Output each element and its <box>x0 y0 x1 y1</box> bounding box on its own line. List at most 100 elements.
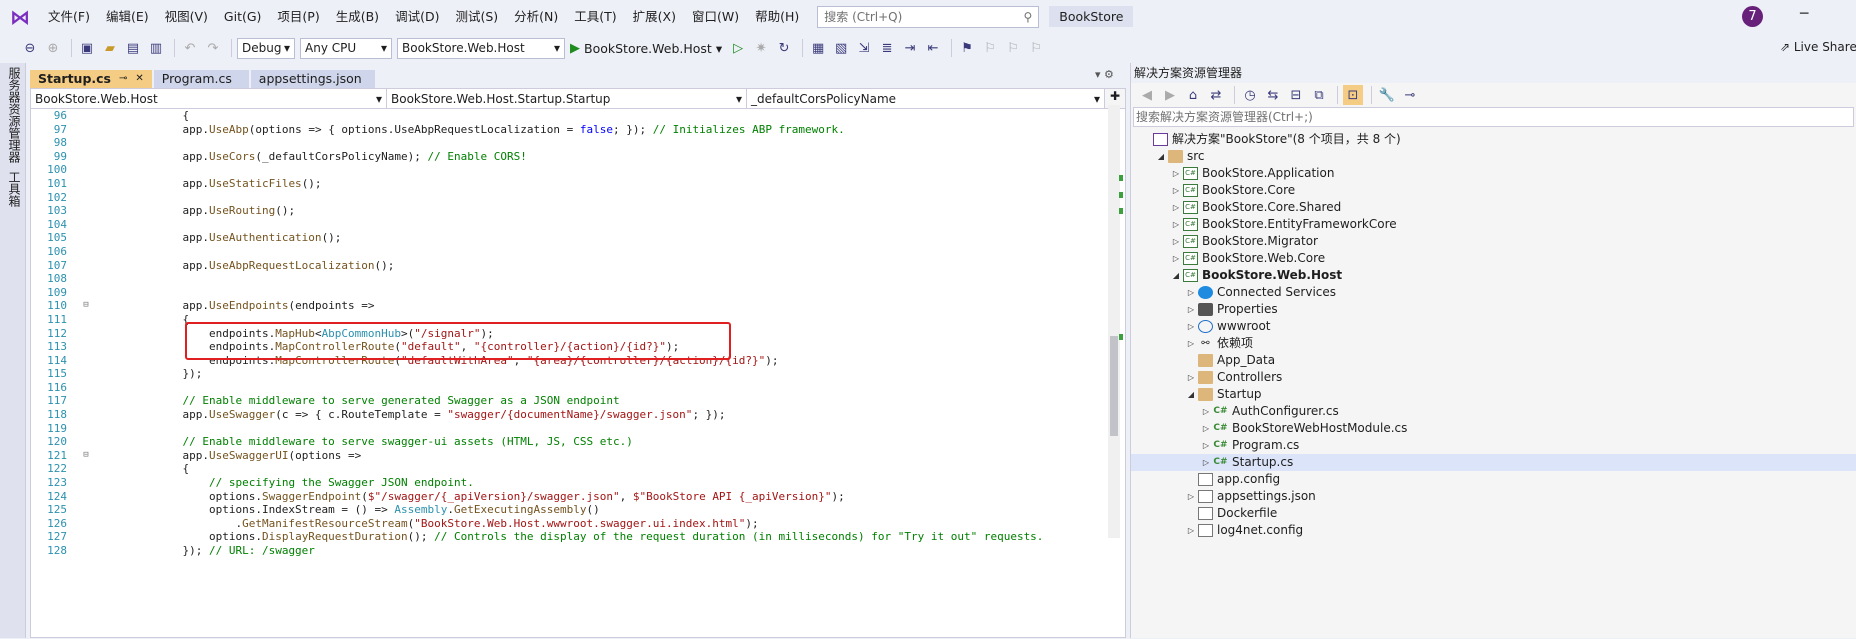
show-all-files-icon[interactable]: ⧉ <box>1309 85 1329 105</box>
code-line[interactable]: 125 options.IndexStream = () => Assembly… <box>31 503 1111 517</box>
menu-item-7[interactable]: 测试(S) <box>447 0 506 33</box>
member-nav-select[interactable]: _defaultCorsPolicyName ▾ <box>747 89 1105 108</box>
layout-icon[interactable]: ▧ <box>831 38 851 58</box>
collapsed-arrow-icon[interactable]: ▷ <box>1184 369 1198 386</box>
code-line[interactable]: 116 <box>31 381 1111 395</box>
code-area[interactable]: 96 {97 app.UseAbp(options => { options.U… <box>31 109 1111 639</box>
tab-appsettings-json[interactable]: appsettings.json <box>250 70 375 88</box>
menu-item-0[interactable]: 文件(F) <box>40 0 98 33</box>
menu-item-1[interactable]: 编辑(E) <box>98 0 157 33</box>
close-icon[interactable]: ✕ <box>135 70 143 88</box>
live-share-button[interactable]: ⇗ Live Share <box>1780 40 1856 54</box>
tree-node[interactable]: ▷ C# BookStoreWebHostModule.cs <box>1131 420 1856 437</box>
collapsed-arrow-icon[interactable]: ▷ <box>1184 522 1198 539</box>
expanded-arrow-icon[interactable]: ◢ <box>1184 386 1198 403</box>
code-line[interactable]: 100 <box>31 163 1111 177</box>
menu-item-5[interactable]: 生成(B) <box>328 0 387 33</box>
code-line[interactable]: 103 app.UseRouting(); <box>31 204 1111 218</box>
back-icon[interactable]: ⊖ <box>20 38 40 58</box>
tree-node[interactable]: ▷ log4net.config <box>1131 522 1856 539</box>
code-line[interactable]: 114 endpoints.MapControllerRoute("defaul… <box>31 354 1111 368</box>
editor-scrollbar-thumb[interactable] <box>1110 336 1118 436</box>
code-line[interactable]: 127 options.DisplayRequestDuration(); //… <box>31 530 1111 544</box>
menu-item-10[interactable]: 扩展(X) <box>625 0 684 33</box>
tree-node[interactable]: ▷ C# BookStore.Migrator <box>1131 233 1856 250</box>
indent-icon[interactable]: ⇥ <box>900 38 920 58</box>
settings-icon[interactable]: ⚙ <box>1104 68 1114 81</box>
collapsed-arrow-icon[interactable]: ▷ <box>1184 301 1198 318</box>
code-line[interactable]: 99 app.UseCors(_defaultCorsPolicyName); … <box>31 150 1111 164</box>
pin-icon[interactable]: ⊸ <box>1400 85 1420 105</box>
tree-node[interactable]: Dockerfile <box>1131 505 1856 522</box>
menu-item-8[interactable]: 分析(N) <box>506 0 566 33</box>
tab-startup-cs[interactable]: Startup.cs ⊸ ✕ <box>30 70 152 88</box>
save-all-icon[interactable]: ▥ <box>146 38 166 58</box>
outdent-icon[interactable]: ⇤ <box>923 38 943 58</box>
tree-node[interactable]: ▷ C# Program.cs <box>1131 437 1856 454</box>
tree-node[interactable]: ▷ C# BookStore.Core.Shared <box>1131 199 1856 216</box>
redo-icon[interactable]: ↷ <box>203 38 223 58</box>
collapsed-arrow-icon[interactable]: ▷ <box>1184 335 1198 352</box>
tree-node[interactable]: ▷ Properties <box>1131 301 1856 318</box>
pending-changes-icon[interactable]: ◷ <box>1240 85 1260 105</box>
code-line[interactable]: 98 <box>31 136 1111 150</box>
collapse-icon[interactable]: ⊟ <box>73 299 99 313</box>
code-line[interactable]: 96 { <box>31 109 1111 123</box>
code-line[interactable]: 118 app.UseSwagger(c => { c.RouteTemplat… <box>31 408 1111 422</box>
collapsed-arrow-icon[interactable]: ▷ <box>1184 284 1198 301</box>
tab-list-icon[interactable]: ▾ <box>1095 68 1101 81</box>
code-line[interactable]: 115 }); <box>31 367 1111 381</box>
pin-icon[interactable]: ⊸ <box>119 70 127 88</box>
solution-search-input[interactable]: 搜索解决方案资源管理器(Ctrl+;) <box>1133 107 1854 127</box>
step-icon[interactable]: ⇲ <box>854 38 874 58</box>
collapsed-arrow-icon[interactable]: ▷ <box>1184 318 1198 335</box>
run-button[interactable]: ▶ BookStore.Web.Host ▾ <box>570 41 722 56</box>
undo-icon[interactable]: ↶ <box>180 38 200 58</box>
tree-node[interactable]: ▷ wwwroot <box>1131 318 1856 335</box>
code-line[interactable]: 110 ⊟ app.UseEndpoints(endpoints => <box>31 299 1111 313</box>
menu-item-6[interactable]: 调试(D) <box>387 0 447 33</box>
tree-node[interactable]: ▷ Connected Services <box>1131 284 1856 301</box>
code-line[interactable]: 120 // Enable middleware to serve swagge… <box>31 435 1111 449</box>
collapsed-arrow-icon[interactable]: ▷ <box>1169 182 1183 199</box>
home-icon[interactable]: ⌂ <box>1183 85 1203 105</box>
collapse-all-icon[interactable]: ⊟ <box>1286 85 1306 105</box>
tree-node[interactable]: ▷ C# BookStore.Application <box>1131 165 1856 182</box>
expanded-arrow-icon[interactable]: ◢ <box>1154 148 1168 165</box>
collapsed-arrow-icon[interactable]: ▷ <box>1184 488 1198 505</box>
config-select[interactable]: Debug ▾ <box>237 37 295 59</box>
tree-node[interactable]: ◢ src <box>1131 148 1856 165</box>
collapsed-arrow-icon[interactable]: ▷ <box>1169 165 1183 182</box>
switch-views-icon[interactable]: ⇄ <box>1206 85 1226 105</box>
tree-node[interactable]: ◢ C# BookStore.Web.Host <box>1131 267 1856 284</box>
menu-item-3[interactable]: Git(G) <box>216 0 270 33</box>
browse-icon[interactable]: ▦ <box>808 38 828 58</box>
tree-node[interactable]: ▷ C# BookStore.EntityFrameworkCore <box>1131 216 1856 233</box>
prev-bookmark-icon[interactable]: ⚐ <box>980 38 1000 58</box>
next-bookmark-icon[interactable]: ⚐ <box>1003 38 1023 58</box>
sync-icon[interactable]: ⇆ <box>1263 85 1283 105</box>
save-icon[interactable]: ▤ <box>123 38 143 58</box>
preview-icon[interactable]: ⊡ <box>1343 85 1363 105</box>
collapsed-arrow-icon[interactable]: ▷ <box>1199 420 1213 437</box>
tree-node[interactable]: ▷ C# Startup.cs <box>1131 454 1856 471</box>
tree-node[interactable]: ▷ appsettings.json <box>1131 488 1856 505</box>
code-line[interactable]: 109 <box>31 286 1111 300</box>
collapsed-arrow-icon[interactable]: ▷ <box>1169 216 1183 233</box>
format-icon[interactable]: ≣ <box>877 38 897 58</box>
tree-node[interactable]: ◢ Startup <box>1131 386 1856 403</box>
code-line[interactable]: 128 }); // URL: /swagger <box>31 544 1111 558</box>
code-line[interactable]: 124 options.SwaggerEndpoint($"/swagger/{… <box>31 490 1111 504</box>
expanded-arrow-icon[interactable]: ◢ <box>1169 267 1183 284</box>
server-explorer-tab[interactable]: 服务器资源管理器 <box>0 63 29 167</box>
project-nav-select[interactable]: BookStore.Web.Host ▾ <box>31 89 387 108</box>
bookmark-icon[interactable]: ⚑ <box>957 38 977 58</box>
start-without-debugging-icon[interactable]: ▷ <box>728 38 748 58</box>
collapsed-arrow-icon[interactable]: ▷ <box>1199 437 1213 454</box>
editor-scrollbar[interactable] <box>1108 105 1120 538</box>
tree-node[interactable]: ▷ ⚯ 依赖项 <box>1131 335 1856 352</box>
back-icon[interactable]: ◀ <box>1137 85 1157 105</box>
refresh-icon[interactable]: ↻ <box>774 38 794 58</box>
tree-node[interactable]: App_Data <box>1131 352 1856 369</box>
type-nav-select[interactable]: BookStore.Web.Host.Startup.Startup ▾ <box>387 89 747 108</box>
